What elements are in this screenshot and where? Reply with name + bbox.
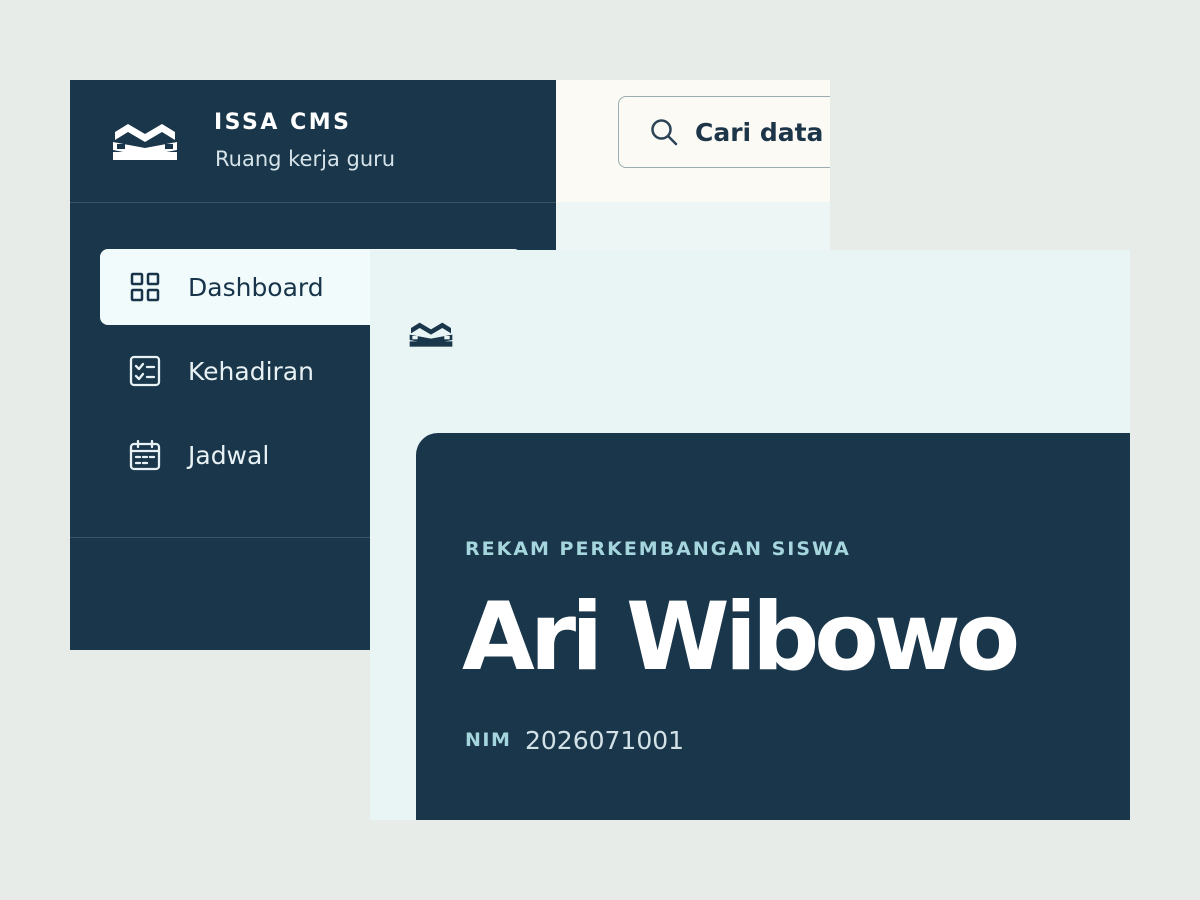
sidebar-item-label: Kehadiran: [188, 356, 314, 386]
student-id-label: NIM: [465, 729, 512, 751]
app-subtitle: Ruang kerja guru: [215, 147, 396, 171]
sidebar-item-label: Dashboard: [188, 272, 324, 302]
card-eyebrow: REKAM PERKEMBANGAN SISWA: [465, 538, 851, 560]
top-bar: Cari data si: [556, 80, 830, 203]
search-input[interactable]: Cari data si: [618, 96, 830, 168]
search-input-text: Cari data si: [695, 117, 830, 147]
student-id-value: 2026071001: [525, 726, 685, 755]
student-profile-card: REKAM PERKEMBANGAN SISWA Ari Wibowo NIM …: [416, 433, 1130, 820]
sidebar-item-label: Jadwal: [188, 440, 270, 470]
checklist-icon: [129, 355, 161, 387]
calendar-icon: [129, 439, 161, 471]
app-name: ISSA CMS: [214, 110, 352, 135]
open-book-icon: [113, 124, 177, 160]
student-name: Ari Wibowo: [462, 583, 1020, 692]
search-icon: [649, 117, 679, 147]
grid-icon: [129, 271, 161, 303]
open-book-icon: [409, 322, 453, 347]
brand-header: ISSA CMS Ruang kerja guru: [70, 80, 556, 203]
front-window: REKAM PERKEMBANGAN SISWA Ari Wibowo NIM …: [370, 250, 1130, 820]
